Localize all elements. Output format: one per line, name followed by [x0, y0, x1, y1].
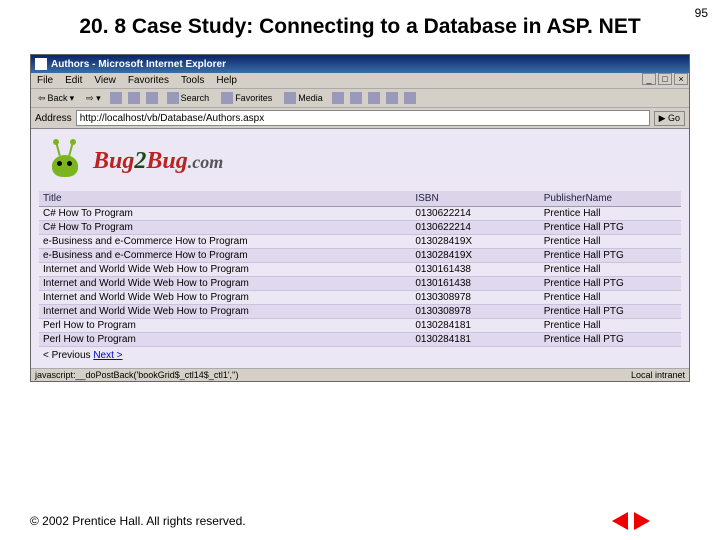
table-cell: Prentice Hall — [540, 263, 681, 277]
minimize-button[interactable]: _ — [642, 73, 656, 85]
bug-icon — [43, 141, 87, 181]
copyright: © 2002 Prentice Hall. All rights reserve… — [30, 514, 612, 528]
table-cell: e-Business and e-Commerce How to Program — [39, 235, 411, 249]
table-cell: e-Business and e-Commerce How to Program — [39, 249, 411, 263]
table-row: C# How To Program0130622214Prentice Hall… — [39, 221, 681, 235]
table-cell: Perl How to Program — [39, 333, 411, 347]
ie-icon — [35, 58, 47, 70]
table-cell: C# How To Program — [39, 207, 411, 221]
table-row: Internet and World Wide Web How to Progr… — [39, 291, 681, 305]
print-icon[interactable] — [368, 92, 380, 104]
refresh-icon[interactable] — [128, 92, 140, 104]
table-row: Perl How to Program0130284181Prentice Ha… — [39, 319, 681, 333]
history-icon[interactable] — [332, 92, 344, 104]
table-row: e-Business and e-Commerce How to Program… — [39, 249, 681, 263]
home-icon[interactable] — [146, 92, 158, 104]
page-number: 95 — [695, 6, 708, 20]
table-cell: 0130622214 — [411, 207, 539, 221]
table-cell: Prentice Hall — [540, 291, 681, 305]
edit-icon[interactable] — [386, 92, 398, 104]
table-row: C# How To Program0130622214Prentice Hall — [39, 207, 681, 221]
menu-favorites[interactable]: Favorites — [128, 75, 169, 86]
search-icon — [167, 92, 179, 104]
go-button[interactable]: ▶ Go — [654, 111, 685, 126]
browser-window: Authors - Microsoft Internet Explorer _ … — [30, 54, 690, 382]
titlebar: Authors - Microsoft Internet Explorer — [31, 55, 689, 73]
table-cell: 0130284181 — [411, 319, 539, 333]
logo-text: Bug2Bug.com — [93, 148, 223, 175]
site-logo: Bug2Bug.com — [39, 135, 681, 191]
table-cell: 013028419X — [411, 235, 539, 249]
slide-title: 20. 8 Case Study: Connecting to a Databa… — [0, 0, 720, 48]
forward-button[interactable]: ⇨ ▾ — [83, 92, 104, 105]
table-row: Internet and World Wide Web How to Progr… — [39, 277, 681, 291]
col-isbn: ISBN — [411, 191, 539, 207]
table-cell: 0130161438 — [411, 277, 539, 291]
table-cell: Prentice Hall — [540, 235, 681, 249]
table-cell: Prentice Hall PTG — [540, 305, 681, 319]
media-icon — [284, 92, 296, 104]
discuss-icon[interactable] — [404, 92, 416, 104]
next-link[interactable]: Next > — [93, 350, 122, 361]
status-text: javascript:__doPostBack('bookGrid$_ctl14… — [35, 370, 631, 380]
table-cell: 0130308978 — [411, 305, 539, 319]
window-title: Authors - Microsoft Internet Explorer — [51, 59, 685, 70]
prev-slide-button[interactable] — [612, 512, 628, 530]
table-row: Internet and World Wide Web How to Progr… — [39, 263, 681, 277]
table-cell: Prentice Hall PTG — [540, 333, 681, 347]
table-row: e-Business and e-Commerce How to Program… — [39, 235, 681, 249]
slide-nav — [612, 512, 650, 530]
table-cell: Prentice Hall PTG — [540, 221, 681, 235]
close-button[interactable]: × — [674, 73, 688, 85]
window-buttons: _ □ × — [642, 73, 688, 85]
table-cell: Prentice Hall PTG — [540, 249, 681, 263]
table-cell: 0130622214 — [411, 221, 539, 235]
col-publisher: PublisherName — [540, 191, 681, 207]
table-cell: Internet and World Wide Web How to Progr… — [39, 263, 411, 277]
table-cell: Prentice Hall — [540, 207, 681, 221]
table-cell: Internet and World Wide Web How to Progr… — [39, 291, 411, 305]
media-button[interactable]: Media — [281, 91, 326, 105]
star-icon — [221, 92, 233, 104]
address-input[interactable] — [76, 110, 650, 126]
favorites-button[interactable]: Favorites — [218, 91, 275, 105]
pager: < Previous Next > — [39, 347, 681, 364]
menu-edit[interactable]: Edit — [65, 75, 82, 86]
prev-link: < Previous — [43, 350, 91, 361]
menu-tools[interactable]: Tools — [181, 75, 204, 86]
mail-icon[interactable] — [350, 92, 362, 104]
address-bar: Address ▶ Go — [31, 108, 689, 129]
table-cell: Perl How to Program — [39, 319, 411, 333]
back-button[interactable]: ⇦ Back ▾ — [35, 92, 77, 105]
table-cell: Prentice Hall PTG — [540, 277, 681, 291]
table-cell: Internet and World Wide Web How to Progr… — [39, 305, 411, 319]
table-cell: 0130284181 — [411, 333, 539, 347]
table-cell: 0130308978 — [411, 291, 539, 305]
table-cell: C# How To Program — [39, 221, 411, 235]
page-content: Bug2Bug.com Title ISBN PublisherName C# … — [31, 129, 689, 368]
status-bar: javascript:__doPostBack('bookGrid$_ctl14… — [31, 368, 689, 381]
menu-view[interactable]: View — [94, 75, 116, 86]
zone-label: Local intranet — [631, 370, 685, 380]
table-cell: Internet and World Wide Web How to Progr… — [39, 277, 411, 291]
next-slide-button[interactable] — [634, 512, 650, 530]
menu-help[interactable]: Help — [216, 75, 237, 86]
toolbar: ⇦ Back ▾ ⇨ ▾ Search Favorites Media — [31, 89, 689, 108]
col-title: Title — [39, 191, 411, 207]
menubar: File Edit View Favorites Tools Help — [31, 73, 689, 89]
table-cell: 0130161438 — [411, 263, 539, 277]
footer: © 2002 Prentice Hall. All rights reserve… — [30, 512, 690, 530]
menu-file[interactable]: File — [37, 75, 53, 86]
table-row: Internet and World Wide Web How to Progr… — [39, 305, 681, 319]
table-row: Perl How to Program0130284181Prentice Ha… — [39, 333, 681, 347]
table-cell: 013028419X — [411, 249, 539, 263]
address-label: Address — [35, 113, 72, 124]
search-button[interactable]: Search — [164, 91, 213, 105]
table-cell: Prentice Hall — [540, 319, 681, 333]
stop-icon[interactable] — [110, 92, 122, 104]
authors-table: Title ISBN PublisherName C# How To Progr… — [39, 191, 681, 347]
maximize-button[interactable]: □ — [658, 73, 672, 85]
